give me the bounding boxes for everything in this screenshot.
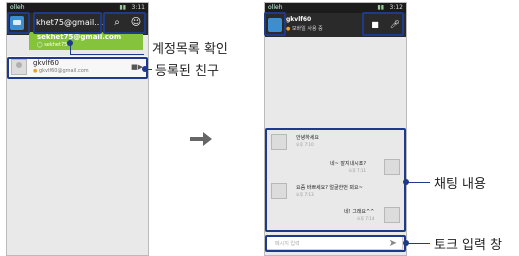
callout-chat-content: 채팅 내용 [434,177,486,192]
callout-connector [70,54,144,55]
callout-account-check: 계정목록 확인 [152,42,228,57]
highlight-friend [7,57,148,79]
callout-connector [148,69,152,70]
chat-partner-name: gkvlf60 [286,16,312,23]
highlight-app-icon [7,12,30,34]
callout-talk-input: 토크 입력 창 [434,238,503,253]
highlight-app-icon [264,12,286,36]
highlight-input [265,235,406,252]
highlight-chat [265,128,406,232]
account-email: sekhet75@gmail.com [37,33,122,41]
arrow-right-icon [190,132,212,146]
account-sub: sekhet75 [37,42,67,48]
callout-connector [408,182,430,183]
highlight-top-icons [103,12,146,34]
carrier-label: olleh [10,4,25,11]
chat-partner-status: 모바일 사용 중 [286,25,323,32]
callout-dot [67,40,73,46]
callout-connector [408,243,430,244]
tutorial-figure: olleh ▮▮ 3:11 khet75@gmail.... ⌕ ☺ sekhe… [0,0,519,256]
highlight-header-icons [362,12,404,36]
carrier-label: olleh [268,4,283,11]
highlight-account [33,12,102,34]
callout-registered-friend: 등록된 친구 [155,64,219,79]
account-list-dropdown[interactable]: sekhet75@gmail.com sekhet75 [29,32,143,50]
